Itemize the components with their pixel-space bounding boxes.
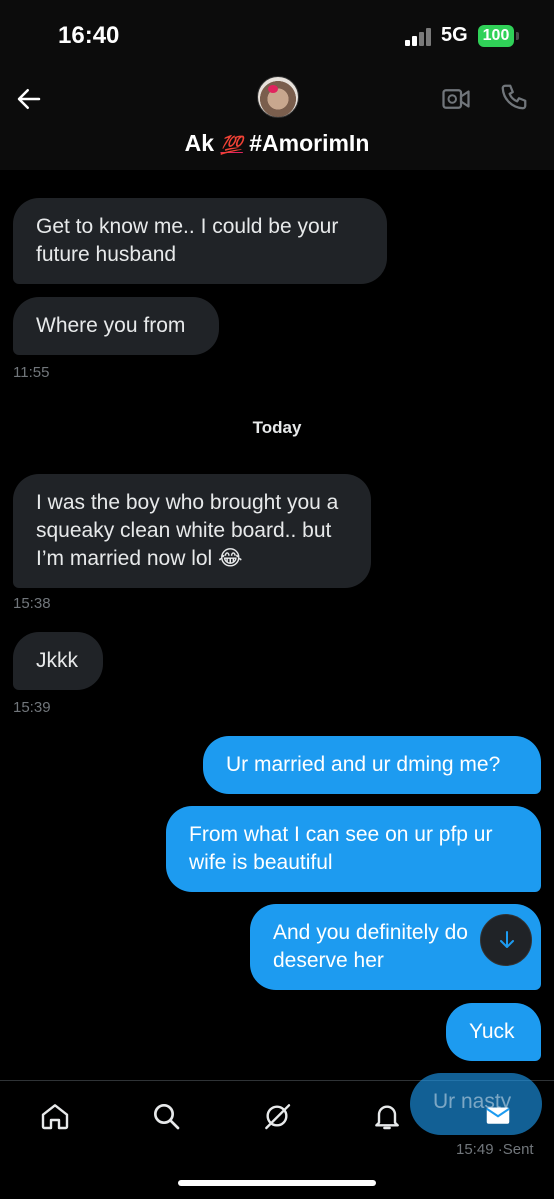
message-text: And you definitely do: [273, 921, 468, 944]
message-bubble-outgoing[interactable]: Yuck: [446, 1003, 541, 1061]
message-bubble-incoming[interactable]: Jkkk: [13, 632, 103, 690]
scroll-to-bottom-button[interactable]: [480, 914, 532, 966]
message-bubble-incoming[interactable]: Where you from: [13, 297, 219, 355]
message-bubble-incoming[interactable]: Get to know me.. I could be your future …: [13, 198, 387, 284]
day-separator: Today: [252, 418, 302, 437]
home-icon[interactable]: [39, 1100, 71, 1132]
contact-handle: #AmorimIn: [249, 130, 370, 156]
network-label: 5G: [441, 24, 468, 46]
video-call-icon: [442, 89, 470, 109]
arrow-down-icon: [500, 931, 514, 948]
back-button[interactable]: [14, 84, 44, 114]
search-icon[interactable]: [150, 1100, 182, 1132]
timestamp-time: 15:49: [456, 1141, 494, 1158]
conversation-header: Ak 💯 #AmorimIn: [0, 70, 554, 170]
message-text-continuation: deserve her: [273, 949, 384, 972]
video-call-button[interactable]: [441, 84, 471, 114]
phone-icon: [501, 84, 527, 110]
contact-name: Ak: [184, 130, 215, 156]
message-timestamp: 11:55: [13, 364, 50, 381]
mail-icon: [486, 1107, 510, 1124]
home-indicator[interactable]: [178, 1180, 376, 1186]
message-timestamp: 15:49 ·Sent: [456, 1141, 534, 1158]
signal-icon: [405, 28, 435, 46]
grok-icon[interactable]: [261, 1100, 293, 1132]
message-timestamp: 15:38: [13, 595, 51, 612]
battery-tip: [516, 32, 519, 40]
message-timestamp: 15:39: [13, 699, 51, 716]
voice-call-button[interactable]: [499, 82, 529, 114]
battery-icon: 100: [478, 25, 514, 47]
message-bubble-outgoing[interactable]: Ur married and ur dming me?: [203, 736, 541, 794]
conversation-title[interactable]: Ak 💯 #AmorimIn: [0, 130, 554, 157]
message-status: Sent: [502, 1141, 534, 1158]
arrow-left-icon: [17, 89, 41, 109]
bell-icon[interactable]: [371, 1100, 403, 1132]
status-bar: 16:40 5G 100: [0, 0, 554, 70]
hundred-emoji: 💯: [220, 135, 243, 155]
message-bubble-outgoing[interactable]: From what I can see on ur pfp ur wife is…: [166, 806, 541, 892]
message-bubble-incoming[interactable]: I was the boy who brought you a squeaky …: [13, 474, 371, 588]
avatar[interactable]: [257, 76, 299, 118]
status-time: 16:40: [58, 22, 120, 49]
